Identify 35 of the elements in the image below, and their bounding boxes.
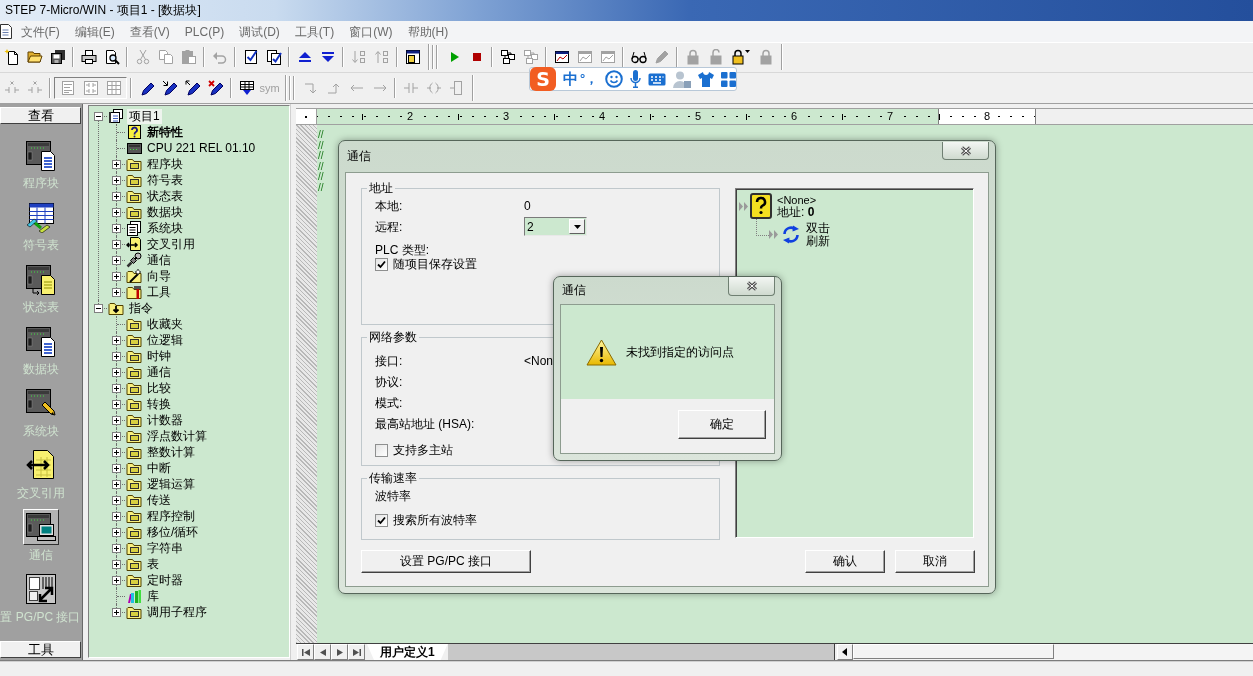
alert-message: 未找到指定的访问点 [626, 343, 734, 361]
field-label: 波特率 [375, 489, 412, 503]
dialog-title: 通信 [561, 282, 586, 299]
window-title: STEP 7-Micro/WIN - 项目1 - [数据块] [5, 2, 201, 19]
group-title: 地址 [368, 181, 394, 195]
field-label: 最高站地址 (HSA): [375, 417, 476, 431]
ruler-number: 5 [692, 110, 704, 123]
code-comment: // [318, 151, 324, 162]
ruler-number: 6 [788, 110, 800, 123]
field-label: 协议: [375, 375, 404, 389]
field-label: 远程: [375, 219, 404, 234]
field-label: PLC 类型: [375, 243, 430, 257]
checkbox-label: 搜索所有波特率 [393, 513, 477, 527]
group-title: 传输速率 [368, 471, 418, 485]
device-address: 地址: 0 [777, 205, 816, 219]
field-label: 接口: [375, 354, 404, 368]
code-comment: // [318, 182, 324, 193]
device-name: <None> [777, 193, 817, 206]
field-value: <Non [524, 354, 554, 368]
ruler-number: 7 [884, 110, 896, 123]
ruler-number: 3 [500, 110, 512, 123]
code-comment: // [318, 130, 324, 141]
field-label: 本地: [375, 199, 404, 213]
ruler-number: 2 [404, 110, 416, 123]
checkbox-label: 随项目保存设置 [393, 257, 477, 271]
ruler-number: 8 [981, 110, 993, 123]
field-value: 0 [524, 199, 531, 213]
field-label: 模式: [375, 396, 404, 410]
dialog-title: 通信 [346, 148, 371, 165]
code-comment: // [318, 161, 324, 172]
code-comment: // [318, 140, 324, 151]
checkbox-label: 支持多主站 [393, 443, 453, 457]
ruler-number: 4 [596, 110, 608, 123]
code-comment: // [318, 172, 324, 183]
group-title: 网络参数 [368, 330, 418, 344]
